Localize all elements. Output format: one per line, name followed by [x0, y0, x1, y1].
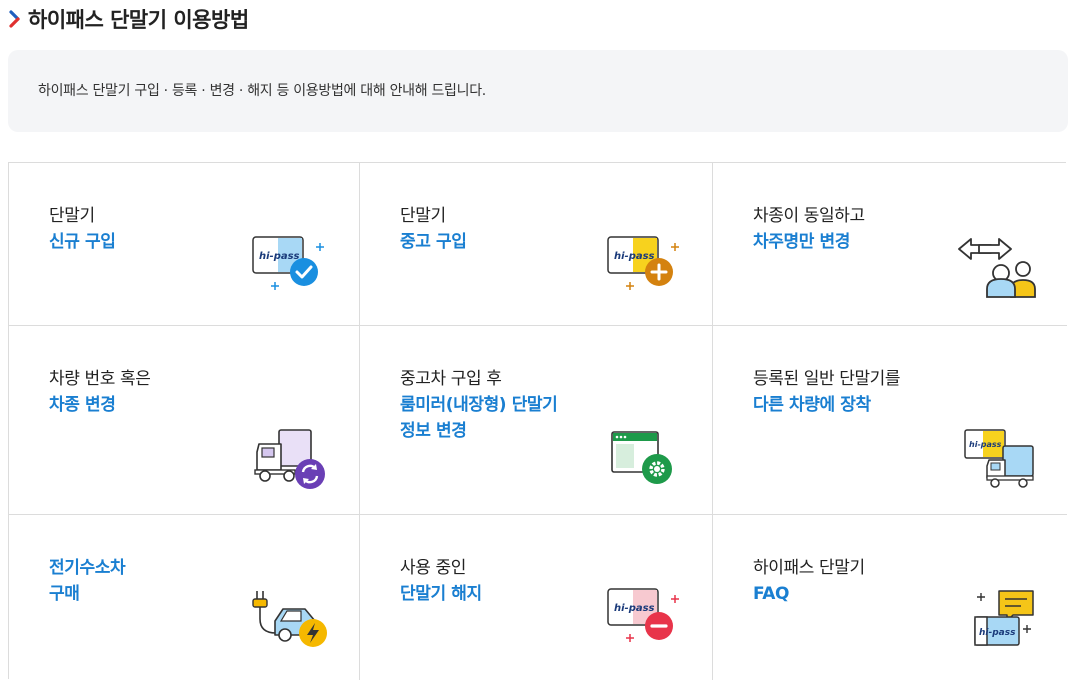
svg-text:hi-pass: hi-pass [614, 603, 655, 614]
truck-refresh-icon [254, 429, 325, 489]
card-faq[interactable]: 하이패스 단말기 FAQ hi-pass [713, 515, 1067, 680]
chevron-right-icon [9, 10, 20, 28]
svg-text:hi-pass: hi-pass [979, 628, 1016, 638]
svg-text:hi-pass: hi-pass [969, 440, 1002, 449]
window-settings-icon [611, 431, 672, 484]
page-header: 하이패스 단말기 이용방법 [8, 6, 249, 32]
faq-chat-icon: hi-pass [974, 590, 1034, 646]
card-line1: 차종이 동일하고 [753, 206, 865, 226]
card-new-purchase[interactable]: 단말기 신규 구입 hi-pass [9, 163, 360, 326]
card-vehicle-change[interactable]: 차량 번호 혹은 차종 변경 [9, 326, 360, 515]
card-line2: 차주명만 변경 [753, 232, 850, 252]
owner-swap-icon [958, 238, 1036, 298]
usage-grid: 단말기 신규 구입 hi-pass 단말기 중고 구입 hi-pass 차종이 … [8, 162, 1067, 680]
card-line1: 하이패스 단말기 [753, 558, 865, 578]
card-used-purchase[interactable]: 단말기 중고 구입 hi-pass [360, 163, 713, 326]
card-line2: 신규 구입 [49, 232, 116, 252]
card-line2: 룸미러(내장형) 단말기 정보 변경 [400, 395, 558, 441]
card-line1: 단말기 [49, 206, 95, 226]
card-line2: 다른 차량에 장착 [753, 395, 871, 415]
intro-box: 하이패스 단말기 구입 · 등록 · 변경 · 해지 등 이용방법에 대해 안내… [8, 50, 1068, 132]
card-line1: 단말기 [400, 206, 446, 226]
card-roommirror-change[interactable]: 중고차 구입 후 룸미러(내장형) 단말기 정보 변경 [360, 326, 713, 515]
card-terminate[interactable]: 사용 중인 단말기 해지 hi-pass [360, 515, 713, 680]
hipass-card-plus-icon: hi-pass [607, 236, 679, 290]
card-owner-change[interactable]: 차종이 동일하고 차주명만 변경 [713, 163, 1067, 326]
card-line1: 차량 번호 혹은 [49, 369, 151, 389]
hipass-card-check-icon: hi-pass [252, 236, 324, 290]
hipass-card-minus-icon: hi-pass [607, 588, 679, 642]
card-line1: 등록된 일반 단말기를 [753, 369, 901, 389]
card-move-to-other-vehicle[interactable]: 등록된 일반 단말기를 다른 차량에 장착 hi-pass [713, 326, 1067, 515]
intro-text: 하이패스 단말기 구입 · 등록 · 변경 · 해지 등 이용방법에 대해 안내… [38, 83, 486, 99]
card-line1: 중고차 구입 후 [400, 369, 502, 389]
card-ev-hydrogen-purchase[interactable]: 전기수소차 구매 [9, 515, 360, 680]
svg-text:hi-pass: hi-pass [614, 251, 655, 262]
svg-text:hi-pass: hi-pass [259, 251, 300, 262]
card-line2: 차종 변경 [49, 395, 116, 415]
card-line2: FAQ [753, 584, 790, 604]
card-line1: 사용 중인 [400, 558, 466, 578]
page-title: 하이패스 단말기 이용방법 [28, 8, 249, 32]
card-line2: 전기수소차 구매 [49, 558, 126, 604]
card-line2: 단말기 해지 [400, 584, 482, 604]
card-to-truck-icon: hi-pass [964, 429, 1034, 488]
card-line2: 중고 구입 [400, 232, 467, 252]
ev-charge-icon [252, 591, 327, 647]
